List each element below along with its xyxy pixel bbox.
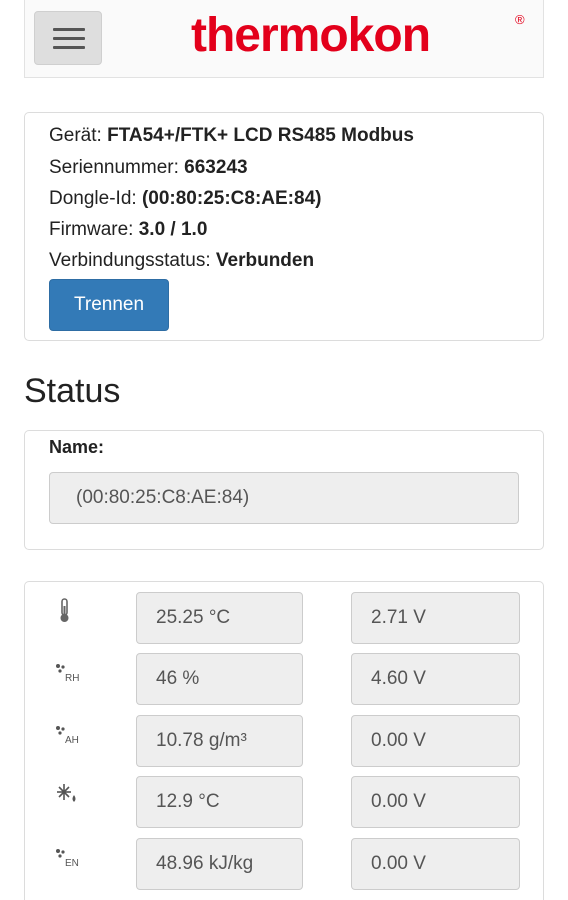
- measurement-row-rh: RH 46 % 4.60 V: [25, 653, 545, 707]
- thermokon-logo: thermokon: [191, 9, 431, 62]
- serial-label: Seriennummer:: [49, 157, 179, 178]
- hamburger-icon-line: [53, 37, 85, 40]
- name-field[interactable]: [49, 472, 519, 524]
- measurement-row-dew-point: 12.9 °C 0.00 V: [25, 776, 545, 830]
- measurement-row-enthalpy: EN 48.96 kJ/kg 0.00 V: [25, 838, 545, 892]
- absolute-humidity-value-field: 10.78 g/m³: [136, 715, 303, 767]
- disconnect-button[interactable]: Trennen: [49, 279, 169, 331]
- device-row: Gerät: FTA54+/FTK+ LCD RS485 Modbus: [49, 125, 414, 147]
- registered-mark: ®: [515, 12, 525, 27]
- en-icon-text: EN: [65, 858, 79, 869]
- hamburger-menu-button[interactable]: [34, 11, 102, 65]
- ah-icon-text: AH: [65, 735, 79, 746]
- dongle-label: Dongle-Id:: [49, 188, 137, 209]
- hamburger-icon-line: [53, 46, 85, 49]
- measurement-row-ah: AH 10.78 g/m³ 0.00 V: [25, 715, 545, 769]
- absolute-humidity-icon: AH: [55, 721, 85, 751]
- enthalpy-voltage-field: 0.00 V: [351, 838, 520, 890]
- dew-point-icon: [55, 782, 85, 812]
- serial-row: Seriennummer: 663243: [49, 157, 248, 179]
- firmware-row: Firmware: 3.0 / 1.0: [49, 219, 207, 241]
- enthalpy-icon: EN: [55, 844, 85, 874]
- absolute-humidity-voltage-field: 0.00 V: [351, 715, 520, 767]
- rh-icon-text: RH: [65, 673, 80, 684]
- name-card: Name:: [24, 430, 544, 550]
- dew-point-value-field: 12.9 °C: [136, 776, 303, 828]
- thermometer-icon: [55, 598, 85, 628]
- measurement-row-temperature: 25.25 °C 2.71 V: [25, 592, 545, 646]
- connection-status-row: Verbindungsstatus: Verbunden: [49, 250, 314, 272]
- serial-value: 663243: [184, 157, 248, 178]
- humidity-voltage-field: 4.60 V: [351, 653, 520, 705]
- relative-humidity-icon: RH: [55, 659, 85, 689]
- firmware-value: 3.0 / 1.0: [138, 219, 208, 240]
- dongle-row: Dongle-Id: (00:80:25:C8:AE:84): [49, 188, 321, 210]
- connection-status-label: Verbindungsstatus:: [49, 250, 211, 271]
- status-heading: Status: [24, 372, 121, 410]
- dew-point-voltage-field: 0.00 V: [351, 776, 520, 828]
- connection-status-value: Verbunden: [215, 250, 315, 271]
- device-info-card: Gerät: FTA54+/FTK+ LCD RS485 Modbus Seri…: [24, 112, 544, 341]
- temperature-value-field: 25.25 °C: [136, 592, 303, 644]
- name-label: Name:: [49, 437, 105, 457]
- top-navbar: thermokon ®: [24, 0, 544, 78]
- humidity-value-field: 46 %: [136, 653, 303, 705]
- enthalpy-value-field: 48.96 kJ/kg: [136, 838, 303, 890]
- device-label: Gerät:: [49, 125, 102, 146]
- temperature-voltage-field: 2.71 V: [351, 592, 520, 644]
- device-value: FTA54+/FTK+ LCD RS485 Modbus: [107, 125, 414, 146]
- measurements-card: 25.25 °C 2.71 V RH 46 % 4.60 V AH 10.78 …: [24, 581, 544, 900]
- hamburger-icon-line: [53, 28, 85, 31]
- firmware-label: Firmware:: [49, 219, 134, 240]
- dongle-value: (00:80:25:C8:AE:84): [141, 188, 322, 209]
